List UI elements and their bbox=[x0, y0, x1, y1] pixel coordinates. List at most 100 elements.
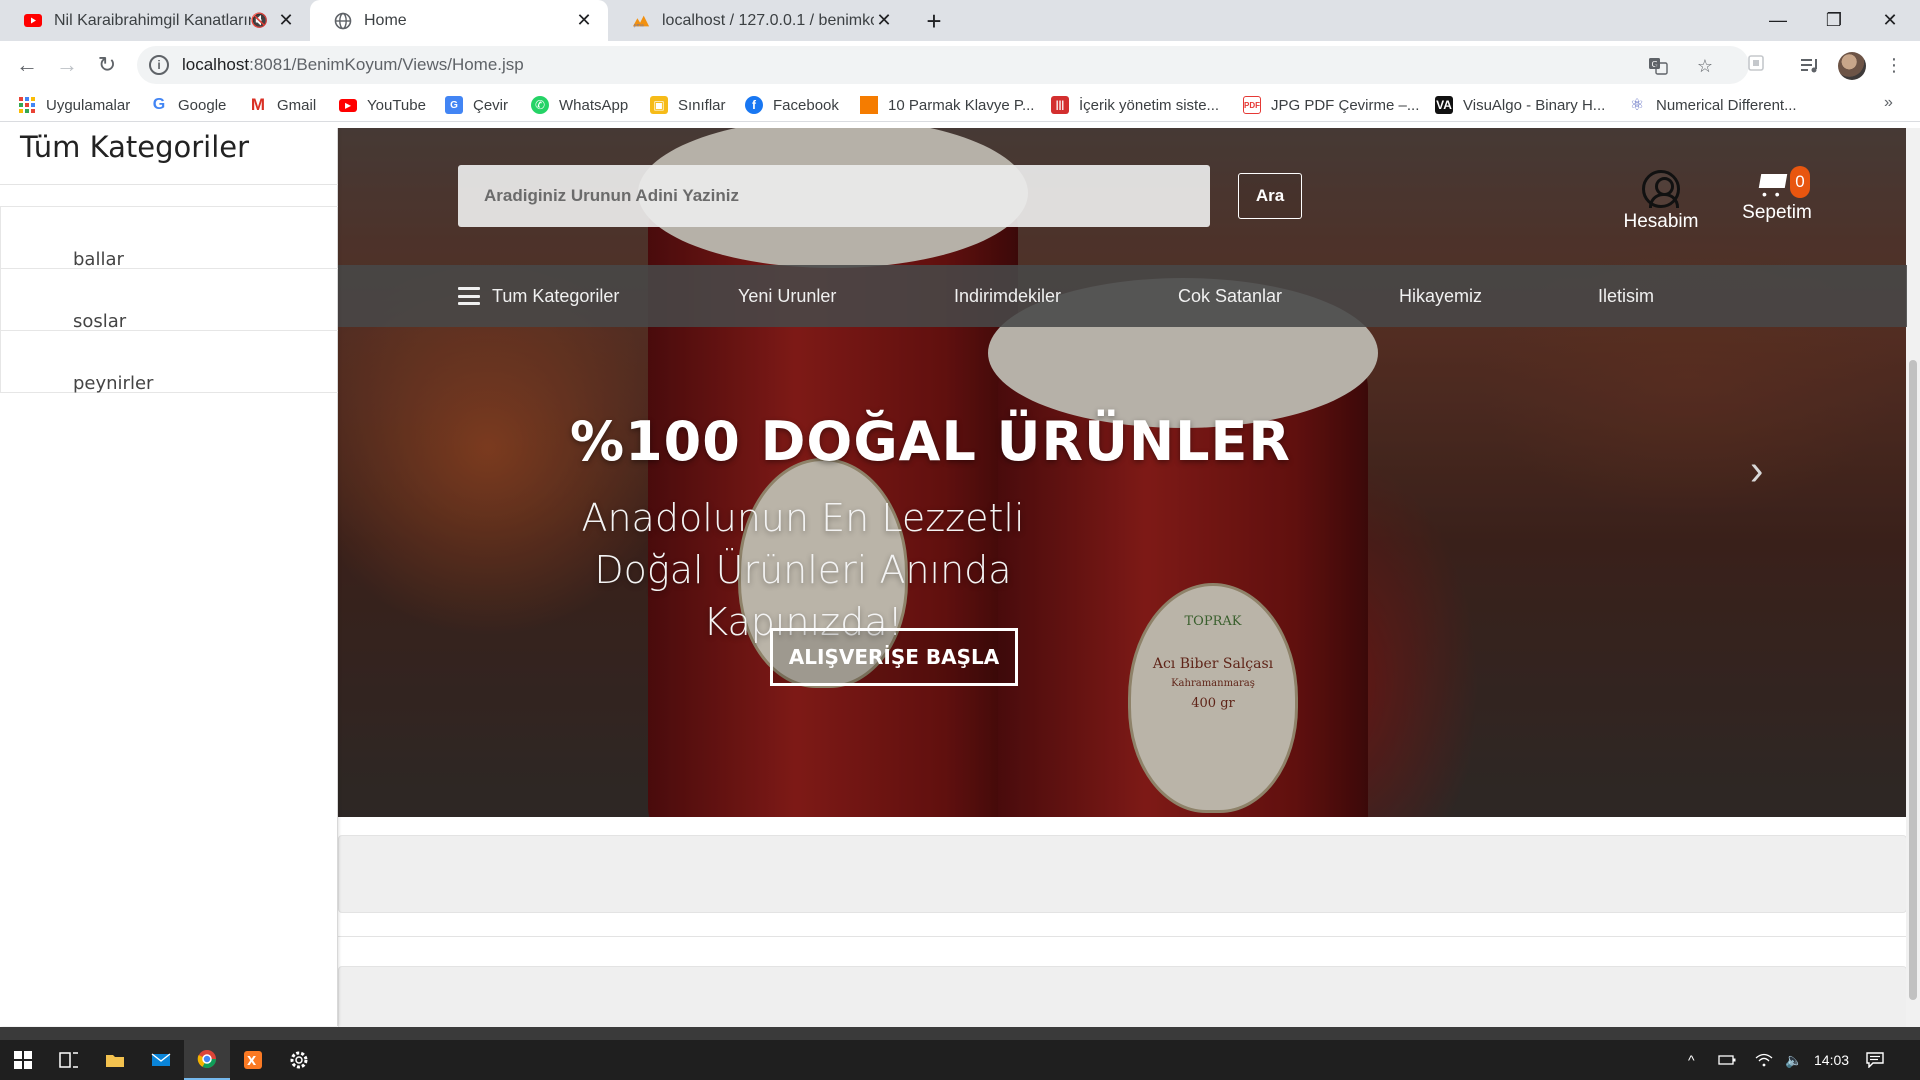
chrome-taskbar-icon[interactable] bbox=[184, 1040, 230, 1080]
cart-count-badge: 0 bbox=[1790, 166, 1810, 198]
bookmarks-bar: Uygulamalar G Google M Gmail ▸ YouTube G… bbox=[0, 88, 1920, 122]
notification-center-icon[interactable] bbox=[1866, 1040, 1884, 1080]
bookmark-cms[interactable]: ||| İçerik yönetim siste... bbox=[1051, 94, 1219, 116]
atom-icon: ⚛ bbox=[1629, 97, 1645, 114]
task-view-icon[interactable] bbox=[46, 1040, 92, 1080]
nav-our-story[interactable]: Hikayemiz bbox=[1399, 265, 1482, 327]
category-sidebar: Tüm Kategoriler ballar soslar peynirler bbox=[0, 128, 338, 1026]
browser-tab-strip: Nil Karaibrahimgil Kanatların 🔇 ✕ Home ✕… bbox=[0, 0, 1920, 41]
profile-avatar[interactable] bbox=[1838, 52, 1866, 80]
divider bbox=[0, 184, 338, 185]
facebook-icon: f bbox=[745, 96, 763, 114]
back-button[interactable]: ← bbox=[11, 49, 43, 81]
bookmark-jpg-pdf[interactable]: PDF JPG PDF Çevirme –... bbox=[1243, 94, 1419, 116]
bookmark-visualgo[interactable]: VA VisuAlgo - Binary H... bbox=[1435, 94, 1605, 116]
clock-time[interactable]: 14:03 bbox=[1814, 1040, 1849, 1080]
bookmarks-overflow-icon[interactable]: » bbox=[1884, 94, 1893, 112]
account-link[interactable]: Hesabim bbox=[1616, 170, 1706, 233]
bookmark-10-parmak[interactable]: 10 Parmak Klavye P... bbox=[860, 94, 1034, 116]
muted-speaker-icon[interactable]: 🔇 bbox=[251, 12, 268, 29]
sidebar-title: Tüm Kategoriler bbox=[20, 130, 250, 164]
tab-phpmyadmin[interactable]: pma localhost / 127.0.0.1 / benimkoyu ✕ bbox=[608, 0, 908, 41]
page-viewport: Tüm Kategoriler ballar soslar peynirler … bbox=[0, 128, 1920, 1027]
apps-grid-icon bbox=[18, 96, 36, 114]
category-item-peynirler[interactable]: peynirler bbox=[1, 331, 338, 394]
restore-button[interactable]: ❐ bbox=[1806, 0, 1862, 41]
search-button[interactable]: Ara bbox=[1238, 173, 1302, 219]
reload-button[interactable]: ↻ bbox=[91, 49, 123, 81]
close-tab-icon[interactable]: ✕ bbox=[276, 10, 296, 31]
tab-home[interactable]: Home ✕ bbox=[310, 0, 608, 41]
category-nav-bar: Tum Kategoriler Yeni Urunler Indirimdeki… bbox=[338, 265, 1907, 327]
svg-text:G: G bbox=[1652, 60, 1658, 69]
cart-link[interactable]: 0 Sepetim bbox=[1732, 166, 1822, 224]
category-item-ballar[interactable]: ballar bbox=[1, 207, 338, 270]
bookmark-star-icon[interactable]: ☆ bbox=[1694, 55, 1716, 77]
tab-youtube[interactable]: Nil Karaibrahimgil Kanatların 🔇 ✕ bbox=[0, 0, 310, 41]
battery-icon[interactable] bbox=[1718, 1040, 1736, 1080]
start-button[interactable] bbox=[0, 1040, 46, 1080]
url-text: localhost:8081/BenimKoyum/Views/Home.jsp bbox=[182, 55, 524, 74]
vertical-scrollbar[interactable] bbox=[1906, 128, 1920, 1027]
bookmark-whatsapp[interactable]: ✆ WhatsApp bbox=[531, 94, 628, 116]
cart-label: Sepetim bbox=[1742, 202, 1812, 223]
bookmark-gmail[interactable]: M Gmail bbox=[249, 94, 316, 116]
youtube-icon: ▸ bbox=[339, 98, 357, 112]
file-explorer-icon[interactable] bbox=[92, 1040, 138, 1080]
nav-contact[interactable]: Iletisim bbox=[1598, 265, 1654, 327]
start-shopping-button[interactable]: ALIŞVERİŞE BAŞLA bbox=[770, 628, 1018, 686]
carousel-next-icon[interactable]: › bbox=[1750, 446, 1763, 496]
media-control-icon[interactable] bbox=[1798, 53, 1822, 77]
volume-icon[interactable]: 🔈 bbox=[1785, 1040, 1802, 1080]
hero-subtitle: Anadolunun En Lezzetli Doğal Ürünleri An… bbox=[581, 496, 1025, 644]
nav-best-sellers[interactable]: Cok Satanlar bbox=[1178, 265, 1282, 327]
bookmark-youtube[interactable]: ▸ YouTube bbox=[339, 94, 426, 116]
wifi-icon[interactable] bbox=[1755, 1040, 1773, 1080]
new-tab-button[interactable]: + bbox=[919, 6, 949, 36]
translate-page-icon[interactable]: G bbox=[1647, 55, 1669, 77]
bookmark-google[interactable]: G Google bbox=[150, 94, 227, 116]
translate-icon: G bbox=[445, 96, 463, 114]
bookmark-facebook[interactable]: f Facebook bbox=[745, 94, 839, 116]
scrollbar-thumb[interactable] bbox=[1909, 360, 1917, 1000]
settings-gear-icon[interactable] bbox=[276, 1040, 322, 1080]
account-label: Hesabim bbox=[1623, 211, 1699, 232]
windows-taskbar: X ^ 🔈 14:03 bbox=[0, 1040, 1920, 1080]
search-input[interactable] bbox=[458, 165, 1210, 227]
jar-label: TOPRAK Acı Biber Salçası Kahramanmaraş 4… bbox=[1128, 583, 1298, 813]
mail-icon[interactable] bbox=[138, 1040, 184, 1080]
hero-banner: TOPRAK Acı Biber Salçası Kahramanmaraş 4… bbox=[338, 128, 1907, 817]
google-icon: G bbox=[152, 96, 166, 113]
phpmyadmin-icon: pma bbox=[632, 12, 650, 30]
forward-button[interactable]: → bbox=[51, 49, 83, 81]
pdf-icon: PDF bbox=[1243, 96, 1261, 114]
hero-title: %100 DOĞAL ÜRÜNLER bbox=[569, 410, 1292, 473]
nav-new-products[interactable]: Yeni Urunler bbox=[738, 265, 836, 327]
close-tab-icon[interactable]: ✕ bbox=[574, 10, 594, 31]
bookmark-classroom[interactable]: ▣ Sınıflar bbox=[650, 94, 726, 116]
content-panel bbox=[338, 966, 1907, 1027]
svg-text:pma: pma bbox=[634, 23, 644, 28]
product-search-box bbox=[458, 165, 1210, 227]
show-hidden-icons[interactable]: ^ bbox=[1688, 1040, 1695, 1080]
close-tab-icon[interactable]: ✕ bbox=[874, 10, 894, 31]
address-bar[interactable]: i localhost:8081/BenimKoyum/Views/Home.j… bbox=[137, 46, 1749, 84]
xampp-icon[interactable]: X bbox=[230, 1040, 276, 1080]
nav-all-categories[interactable]: Tum Kategoriler bbox=[458, 265, 619, 327]
close-window-button[interactable]: ✕ bbox=[1862, 0, 1918, 41]
visualgo-icon: VA bbox=[1435, 96, 1453, 114]
bookmark-numerical[interactable]: ⚛ Numerical Different... bbox=[1628, 94, 1797, 116]
nav-discounted[interactable]: Indirimdekiler bbox=[954, 265, 1061, 327]
svg-text:X: X bbox=[247, 1054, 257, 1068]
bookmark-translate[interactable]: G Çevir bbox=[445, 94, 508, 116]
horizontal-scrollbar[interactable] bbox=[0, 1027, 1920, 1040]
site-info-icon[interactable]: i bbox=[149, 55, 169, 75]
category-list: ballar soslar peynirler bbox=[0, 206, 338, 394]
minimize-button[interactable]: — bbox=[1750, 0, 1806, 41]
chrome-menu-icon[interactable]: ⋮ bbox=[1882, 53, 1906, 77]
category-item-soslar[interactable]: soslar bbox=[1, 269, 338, 332]
extension-icon[interactable] bbox=[1744, 51, 1768, 75]
tab-title: localhost / 127.0.0.1 / benimkoyu bbox=[662, 11, 874, 29]
user-account-icon bbox=[1642, 170, 1680, 208]
bookmark-apps[interactable]: Uygulamalar bbox=[18, 94, 130, 116]
